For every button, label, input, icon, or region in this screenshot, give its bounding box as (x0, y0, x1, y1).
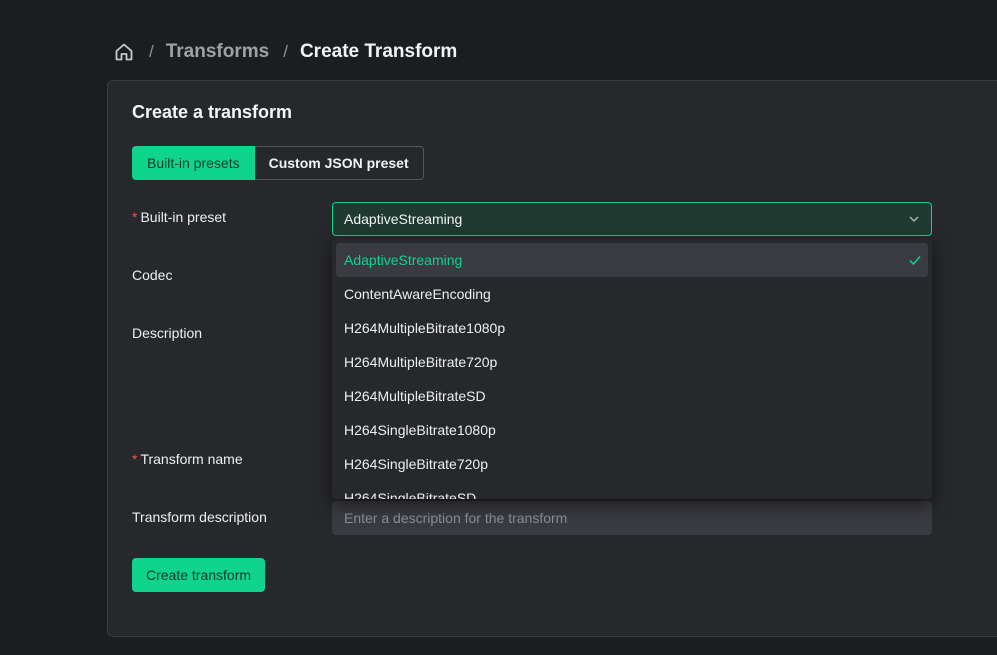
transform-description-input[interactable] (332, 501, 932, 535)
dropdown-option[interactable]: AdaptiveStreaming (336, 243, 928, 277)
home-icon[interactable] (113, 41, 135, 63)
transform-description-label: Transform description (132, 509, 267, 525)
builtin-preset-label: * Built-in preset (132, 209, 227, 225)
breadcrumb: / Transforms / Create Transform (113, 38, 457, 66)
builtin-preset-value: AdaptiveStreaming (344, 211, 463, 227)
dropdown-option[interactable]: H264MultipleBitrate1080p (336, 311, 928, 345)
description-label: Description (132, 325, 203, 341)
builtin-preset-select[interactable]: AdaptiveStreaming (332, 202, 932, 236)
dropdown-option[interactable]: H264SingleBitrate720p (336, 447, 928, 481)
breadcrumb-separator: / (149, 42, 154, 61)
breadcrumb-current: Create Transform (299, 41, 458, 62)
codec-label: Codec (132, 267, 173, 283)
tab-builtin-presets[interactable]: Built-in presets (132, 146, 255, 180)
chevron-down-icon (907, 212, 921, 226)
required-marker: * (132, 451, 138, 467)
preset-type-tabs: Built-in presets Custom JSON preset (132, 146, 424, 180)
tab-custom-json-preset[interactable]: Custom JSON preset (254, 146, 424, 180)
dropdown-option[interactable]: H264SingleBitrate1080p (336, 413, 928, 447)
transform-name-label: * Transform name (132, 451, 243, 467)
dropdown-option[interactable]: H264MultipleBitrateSD (336, 379, 928, 413)
preset-dropdown-list: AdaptiveStreaming ContentAwareEncoding H… (332, 239, 932, 499)
breadcrumb-separator: / (283, 42, 288, 61)
dropdown-option[interactable]: H264MultipleBitrate720p (336, 345, 928, 379)
card-title: Create a transform (132, 102, 293, 122)
breadcrumb-transforms-link[interactable]: Transforms (166, 41, 269, 63)
dropdown-option[interactable]: H264SingleBitrateSD (336, 481, 928, 499)
create-transform-card: Create a transform Built-in presets Cust… (107, 80, 997, 637)
create-transform-button[interactable]: Create transform (132, 558, 266, 592)
dropdown-option[interactable]: ContentAwareEncoding (336, 277, 928, 311)
required-marker: * (132, 209, 138, 225)
checkmark-icon (908, 253, 922, 267)
